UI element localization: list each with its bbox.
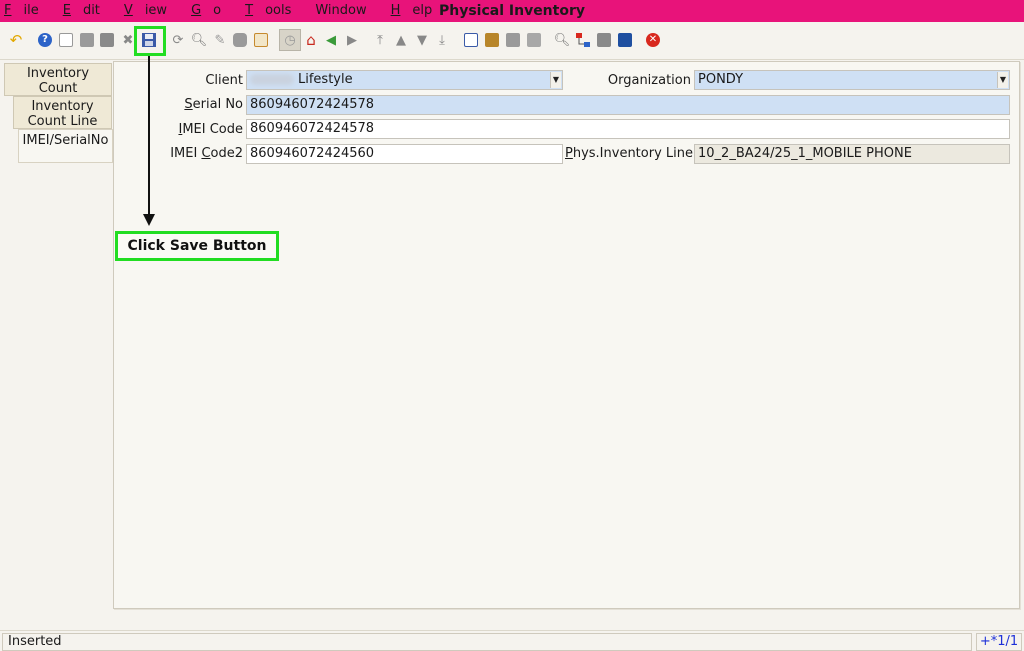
annotation-arrow	[148, 56, 150, 216]
tab-label-line1: Inventory	[26, 66, 90, 81]
save-button-highlight	[134, 26, 166, 56]
print-preview-icon[interactable]	[504, 31, 522, 49]
tab-label-line1: IMEI/SerialNo	[22, 133, 109, 148]
organization-label: Organization	[607, 73, 691, 88]
next-record-icon[interactable]: ▼	[413, 31, 431, 49]
workflow-icon[interactable]	[574, 31, 592, 49]
attachment-icon[interactable]: ✎	[211, 31, 229, 49]
report-icon[interactable]	[462, 31, 480, 49]
back-icon[interactable]: ◀	[322, 31, 340, 49]
menu-window[interactable]: Window	[315, 3, 378, 18]
imei-code2-label: IMEI Code2	[170, 146, 243, 161]
tab-label-line2: Count	[38, 81, 78, 96]
client-select[interactable]: Lifestyle ▼	[246, 70, 563, 90]
client-label: Client	[205, 73, 243, 88]
phys-inventory-line-label: Phys.Inventory Line	[565, 146, 693, 161]
tab-label-line1: Inventory	[31, 99, 94, 114]
chevron-down-icon[interactable]: ▼	[997, 72, 1008, 88]
refresh-icon[interactable]: ⟳	[169, 31, 187, 49]
imei-code-label: IMEI Code	[178, 122, 243, 137]
find-icon[interactable]: 🔍︎	[190, 31, 208, 49]
home-icon[interactable]: ⌂	[302, 31, 320, 49]
serial-no-field[interactable]: 860946072424578	[246, 95, 1010, 115]
tab-label-line2: Count Line	[27, 114, 98, 129]
status-bar: Inserted +*1/1	[0, 630, 1024, 651]
print-icon[interactable]	[525, 31, 543, 49]
menu-file[interactable]: File	[4, 3, 51, 18]
record-counter[interactable]: +*1/1	[976, 633, 1022, 651]
organization-select[interactable]: PONDY ▼	[694, 70, 1010, 90]
last-record-icon[interactable]: ⤓	[433, 31, 451, 49]
status-message: Inserted	[2, 633, 972, 651]
new-record-icon[interactable]	[57, 31, 75, 49]
help-icon[interactable]: ?	[36, 31, 54, 49]
zoom-across-icon[interactable]: 🔍︎	[553, 31, 571, 49]
tab-inventory-count-line[interactable]: Inventory Count Line	[13, 96, 112, 129]
serial-no-label: Serial No	[184, 97, 243, 112]
menu-bar: File Edit View Go Tools Window Help	[4, 3, 456, 18]
annotation-arrow-head	[143, 214, 155, 226]
history-icon[interactable]: ◷	[279, 29, 301, 51]
chat-icon[interactable]	[231, 31, 249, 49]
chevron-down-icon[interactable]: ▼	[550, 72, 561, 88]
phys-inventory-line-field: 10_2_BA24/25_1_MOBILE PHONE	[694, 144, 1010, 164]
previous-record-icon[interactable]: ▲	[392, 31, 410, 49]
menu-tools[interactable]: Tools	[245, 3, 303, 18]
title-bar: File Edit View Go Tools Window Help Phys…	[0, 0, 1024, 22]
menu-go[interactable]: Go	[191, 3, 233, 18]
active-workflows-icon[interactable]	[616, 31, 634, 49]
imei-code-field[interactable]: 860946072424578	[246, 119, 1010, 139]
redacted-client-name	[250, 74, 294, 85]
tab-inventory-count[interactable]: Inventory Count	[4, 63, 112, 96]
menu-help[interactable]: Help	[391, 3, 445, 18]
delete-record-icon[interactable]	[98, 31, 116, 49]
menu-view[interactable]: View	[124, 3, 179, 18]
menu-edit[interactable]: Edit	[63, 3, 112, 18]
tab-imei-serialno[interactable]: IMEI/SerialNo	[18, 129, 113, 163]
product-info-icon[interactable]	[595, 31, 613, 49]
archive-icon[interactable]	[483, 31, 501, 49]
copy-record-icon[interactable]	[78, 31, 96, 49]
undo-icon[interactable]: ↶	[7, 31, 25, 49]
annotation-callout: Click Save Button	[115, 231, 279, 261]
imei-code2-field[interactable]: 860946072424560	[246, 144, 563, 164]
grid-toggle-icon[interactable]	[252, 31, 270, 49]
exit-icon[interactable]: ✕	[644, 31, 662, 49]
forward-icon[interactable]: ▶	[343, 31, 361, 49]
first-record-icon[interactable]: ⤒	[371, 31, 389, 49]
